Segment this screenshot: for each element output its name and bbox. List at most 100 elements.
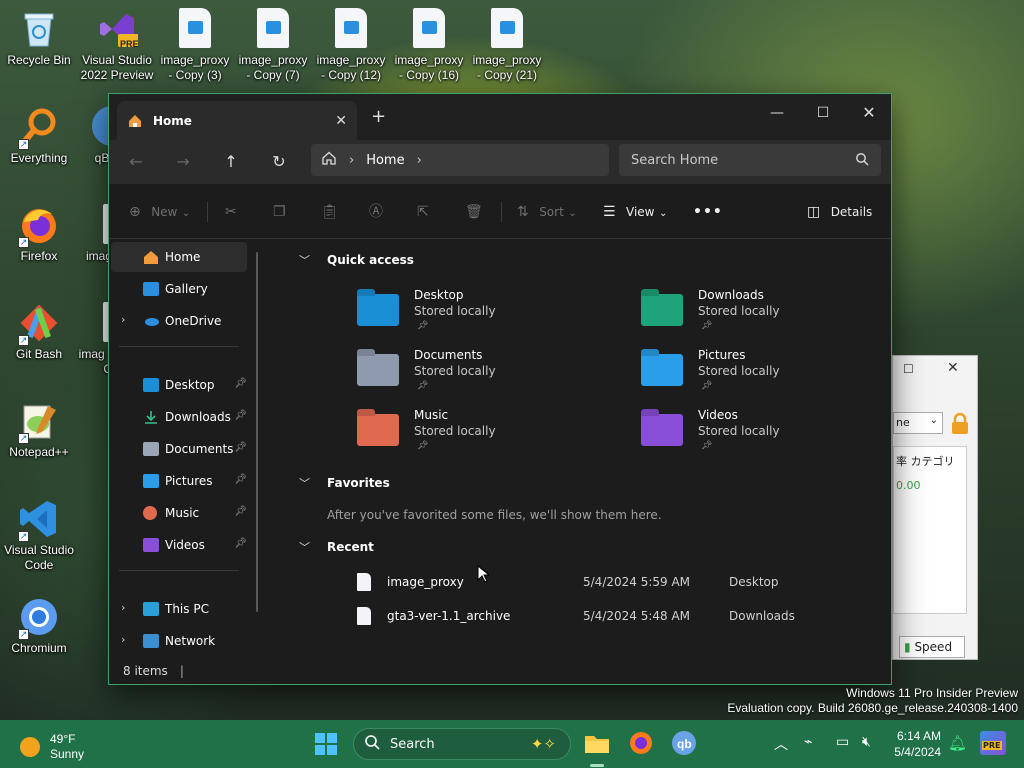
chevron-right-icon[interactable]: › [121, 313, 125, 326]
bg-window-restore-button[interactable]: ☐ [903, 362, 914, 376]
desktop-icon-image-partial[interactable]: imag [72, 204, 112, 264]
sidebar-scrollbar[interactable] [256, 252, 258, 612]
desktop-icon-image-proxy-21[interactable]: image_proxy - Copy (21) [470, 8, 544, 83]
chevron-right-icon[interactable]: › [121, 633, 125, 646]
close-tab-icon[interactable]: ✕ [335, 113, 347, 129]
sidebar-item-home[interactable]: Home [111, 242, 247, 272]
recent-file-row[interactable]: image_proxy 5/4/2024 5:59 AM Desktop [357, 570, 857, 594]
desktop-icon-notepad-plus-plus[interactable]: ↗ Notepad++ [2, 400, 76, 460]
quick-access-folder-pictures[interactable]: Pictures Stored locally 📌︎ [641, 348, 861, 398]
file-explorer-window[interactable]: Home ✕ + — ☐ ✕ ← → ↑ ↻ › Home › ⊕ N [108, 93, 892, 685]
delete-icon[interactable]: 🗑︎ [465, 200, 483, 224]
breadcrumb-home[interactable]: Home [366, 153, 404, 168]
desktop-icon-everything[interactable]: ↗ Everything [2, 106, 76, 166]
up-button[interactable]: ↑ [219, 150, 243, 174]
back-button[interactable]: ← [124, 150, 148, 174]
sidebar-item-this-pc[interactable]: › This PC [111, 594, 247, 624]
desktop-icon-git-bash[interactable]: ↗ Git Bash [2, 302, 76, 362]
pin-icon[interactable]: 📌︎ [234, 474, 247, 485]
details-button[interactable]: ◫ Details [807, 200, 872, 224]
sidebar-item-music[interactable]: Music 📌︎ [111, 498, 247, 528]
sidebar-item-onedrive[interactable]: › OneDrive [111, 306, 247, 336]
desktop-icon-chromium[interactable]: ↗ Chromium [2, 596, 76, 656]
pin-icon[interactable]: 📌︎ [234, 506, 247, 517]
clock[interactable]: 6:14 AM 5/4/2024 [894, 728, 941, 760]
cut-icon[interactable]: ✂ [225, 200, 237, 224]
desktop-icon-recycle-bin[interactable]: Recycle Bin [2, 8, 76, 68]
search-box[interactable] [619, 144, 881, 176]
address-bar[interactable]: › Home › [311, 144, 609, 176]
quick-access-folder-downloads[interactable]: Downloads Stored locally 📌︎ [641, 288, 861, 338]
copy-icon[interactable]: ❐ [273, 200, 286, 224]
pin-icon[interactable]: 📌︎ [234, 442, 247, 453]
taskbar-search[interactable]: Search ✦✧ [353, 728, 571, 760]
desktop-icon-image-proxy-16[interactable]: image_proxy - Copy (16) [392, 8, 466, 83]
new-tab-button[interactable]: + [371, 106, 386, 127]
quick-access-folder-documents[interactable]: Documents Stored locally 📌︎ [357, 348, 577, 398]
chevron-right-icon[interactable]: › [121, 601, 125, 614]
recent-header[interactable]: ﹀ Recent [299, 539, 374, 555]
display-icon[interactable]: ▭ [836, 734, 849, 750]
chevron-up-icon[interactable]: ︿ [774, 734, 788, 754]
search-input[interactable] [631, 152, 855, 168]
recent-file-row[interactable]: gta3-ver-1.1_archive 5/4/2024 5:48 AM Do… [357, 604, 857, 628]
sidebar-item-downloads[interactable]: Downloads 📌︎ [111, 402, 247, 432]
weather-widget[interactable]: 49°F Sunny [20, 732, 84, 762]
desktop-icon-vscode[interactable]: ↗ Visual Studio Code [2, 498, 76, 573]
forward-button[interactable]: → [171, 150, 195, 174]
minimize-button[interactable]: — [754, 99, 800, 127]
share-icon[interactable]: ⇱ [417, 200, 429, 224]
taskbar-qbittorrent-icon[interactable]: qb [671, 730, 697, 759]
new-button[interactable]: ⊕ New ⌄ [129, 200, 190, 224]
taskbar-file-explorer-icon[interactable] [584, 730, 610, 759]
desktop-icon-firefox[interactable]: ↗ Firefox [2, 204, 76, 264]
quick-access-folder-videos[interactable]: Videos Stored locally 📌︎ [641, 408, 861, 458]
desktop-icon-image-partial-2[interactable]: imag - C [72, 302, 112, 377]
refresh-button[interactable]: ↻ [267, 150, 291, 174]
speed-button[interactable]: ▮ Speed [899, 636, 965, 658]
sidebar-item-gallery[interactable]: Gallery [111, 274, 247, 304]
close-button[interactable]: ✕ [846, 99, 892, 127]
favorites-header[interactable]: ﹀ Favorites [299, 475, 390, 491]
start-button[interactable] [314, 732, 338, 759]
file-icon [252, 8, 294, 50]
pin-icon[interactable]: 📌︎ [234, 538, 247, 549]
quick-access-header[interactable]: ﹀ Quick access [299, 252, 414, 268]
notification-bell-icon[interactable]: 🔔︎ [948, 734, 967, 752]
videos-folder-icon [641, 414, 683, 446]
rename-icon[interactable]: Ⓐ [369, 200, 383, 224]
network-disconnected-icon[interactable]: ⌁ [804, 734, 812, 750]
maximize-button[interactable]: ☐ [800, 99, 846, 127]
sidebar-item-desktop[interactable]: Desktop 📌︎ [111, 370, 247, 400]
chevron-down-icon: ⌄ [568, 208, 577, 219]
quick-access-folder-music[interactable]: Music Stored locally 📌︎ [357, 408, 577, 458]
sort-button[interactable]: ⇅ Sort ⌄ [517, 200, 577, 224]
desktop-icon-qbittorrent[interactable]: qBi [72, 106, 112, 166]
sort-icon: ⇅ [517, 204, 529, 220]
more-options-button[interactable]: ••• [693, 200, 723, 224]
quick-access-folder-desktop[interactable]: Desktop Stored locally 📌︎ [357, 288, 577, 338]
desktop-icon-image-proxy-3[interactable]: image_proxy - Copy (3) [158, 8, 232, 83]
sidebar-item-videos[interactable]: Videos 📌︎ [111, 530, 247, 560]
paste-icon[interactable]: 📋︎ [321, 200, 339, 224]
taskbar-firefox-icon[interactable] [628, 730, 654, 759]
pin-icon[interactable]: 📌︎ [234, 410, 247, 421]
lock-icon[interactable] [950, 412, 970, 435]
bg-window-dropdown[interactable]: ne ⌄ [893, 412, 943, 434]
insider-pre-icon[interactable]: PRE [980, 731, 1006, 755]
bg-window-list[interactable]: 率 カテゴリ 0.00 [893, 446, 967, 614]
sidebar-item-documents[interactable]: Documents 📌︎ [111, 434, 247, 464]
sidebar-item-pictures[interactable]: Pictures 📌︎ [111, 466, 247, 496]
sidebar-item-network[interactable]: › Network [111, 626, 247, 656]
chevron-right-icon[interactable]: › [417, 153, 422, 168]
desktop-icon-image-proxy-7[interactable]: image_proxy - Copy (7) [236, 8, 310, 83]
tab-home[interactable]: Home ✕ [117, 101, 357, 140]
view-button[interactable]: ☰ View ⌄ [603, 200, 667, 224]
bg-window-close-button[interactable]: ✕ [947, 360, 959, 376]
pin-icon[interactable]: 📌︎ [234, 378, 247, 389]
title-bar[interactable]: Home ✕ + — ☐ ✕ [109, 94, 891, 140]
desktop-icon-image-proxy-12[interactable]: image_proxy - Copy (12) [314, 8, 388, 83]
desktop-icon-visual-studio[interactable]: PRE Visual Studio 2022 Preview [80, 8, 154, 83]
background-window[interactable]: ☐ ✕ ne ⌄ 率 カテゴリ 0.00 ▮ Speed [892, 355, 978, 660]
speaker-muted-icon[interactable]: 🔇︎ [862, 734, 871, 750]
